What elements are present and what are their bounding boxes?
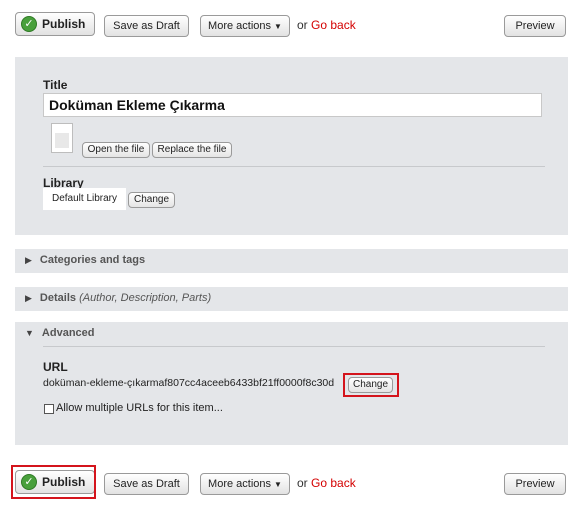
details-subtitle: (Author, Description, Parts) (79, 292, 212, 304)
library-change-button[interactable]: Change (128, 192, 175, 208)
or-text: or (297, 18, 308, 32)
editor-panel: Title Doküman Ekleme Çıkarma Open the fi… (15, 57, 568, 235)
details-section[interactable]: ▶ Details (Author, Description, Parts) (15, 287, 568, 311)
publish-label: Publish (42, 17, 86, 31)
bottom-toolbar: ✓ Publish Save as Draft More actions ▼ or… (0, 465, 580, 500)
categories-label: Categories and tags (39, 254, 146, 266)
highlight-box (11, 465, 96, 499)
advanced-header[interactable]: ▼ Advanced (25, 327, 95, 339)
save-as-draft-button[interactable]: Save as Draft (104, 15, 189, 37)
highlight-box (343, 373, 399, 397)
more-actions-label: More actions (208, 478, 272, 490)
expand-arrow-icon: ▶ (25, 293, 32, 303)
divider (43, 346, 545, 347)
more-actions-button[interactable]: More actions ▼ (200, 15, 290, 37)
advanced-label: Advanced (41, 327, 95, 339)
title-input[interactable]: Doküman Ekleme Çıkarma (43, 93, 542, 117)
preview-button[interactable]: Preview (504, 15, 566, 37)
save-as-draft-button[interactable]: Save as Draft (104, 473, 189, 495)
more-actions-button[interactable]: More actions ▼ (200, 473, 290, 495)
open-file-button[interactable]: Open the file (82, 142, 150, 158)
library-value: Default Library (43, 188, 126, 210)
title-label: Title (43, 78, 68, 92)
divider (43, 166, 545, 167)
collapse-arrow-icon: ▼ (25, 328, 34, 338)
publish-button[interactable]: ✓ Publish (15, 12, 95, 36)
details-header[interactable]: ▶ Details (Author, Description, Parts) (25, 292, 211, 304)
caret-down-icon: ▼ (274, 22, 282, 31)
categories-header[interactable]: ▶ Categories and tags (25, 254, 145, 266)
file-icon (51, 123, 73, 153)
details-label: Details (39, 292, 76, 304)
go-back-link[interactable]: Go back (311, 476, 356, 490)
caret-down-icon: ▼ (274, 480, 282, 489)
check-icon: ✓ (21, 16, 37, 32)
categories-section[interactable]: ▶ Categories and tags (15, 249, 568, 273)
advanced-section: ▼ Advanced URL doküman-ekleme-çıkarmaf807… (15, 322, 568, 445)
more-actions-label: More actions (208, 20, 272, 32)
expand-arrow-icon: ▶ (25, 255, 32, 265)
preview-button[interactable]: Preview (504, 473, 566, 495)
top-toolbar: ✓ Publish Save as Draft More actions ▼ or… (0, 12, 580, 42)
url-value: doküman-ekleme-çıkarmaf807cc4aceeb6433bf… (43, 377, 335, 389)
or-text: or (297, 476, 308, 490)
go-back-link[interactable]: Go back (311, 18, 356, 32)
url-label: URL (43, 360, 68, 374)
allow-multiple-urls-checkbox[interactable] (44, 404, 54, 414)
replace-file-button[interactable]: Replace the file (152, 142, 232, 158)
allow-multiple-urls-label: Allow multiple URLs for this item... (56, 402, 223, 414)
